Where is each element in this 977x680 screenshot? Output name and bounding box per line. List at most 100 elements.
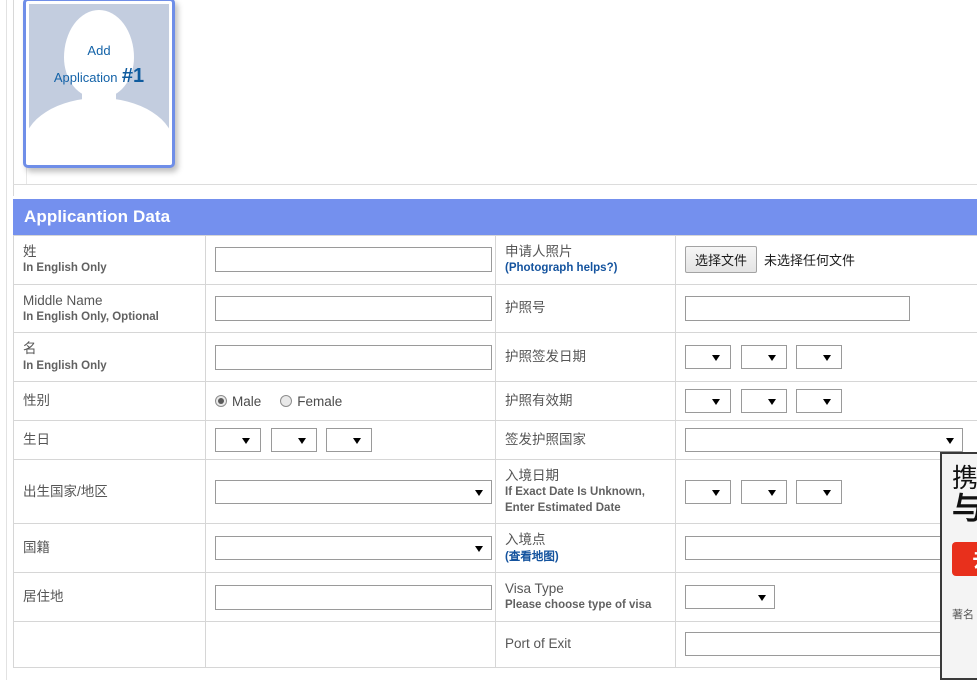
field-label: 生日 — [23, 431, 196, 449]
page-root: Add Application #1 Applicantion Data 姓 I… — [0, 0, 977, 680]
field-cell-port-of-exit — [676, 621, 977, 667]
field-label: 护照号 — [505, 299, 666, 317]
label-cell-passport-number: 护照号 — [496, 284, 676, 333]
gender-male-radio[interactable] — [215, 395, 227, 407]
person-silhouette-icon — [29, 4, 169, 162]
field-sublabel: If Exact Date Is Unknown, Enter Estimate… — [505, 485, 666, 516]
frame-divider-horizontal — [13, 184, 977, 185]
field-label: 入境日期 — [505, 467, 666, 485]
field-cell-given-name — [206, 333, 496, 382]
label-cell-surname: 姓 In English Only — [14, 236, 206, 285]
entry-date-part2-select[interactable] — [741, 480, 787, 504]
table-row: 出生国家/地区 入境日期 If Exact Date Is Unknown, E… — [14, 460, 977, 524]
field-cell-surname — [206, 236, 496, 285]
given-name-input[interactable] — [215, 345, 492, 370]
passport-expiry-part3-select[interactable] — [796, 389, 842, 413]
field-sublabel: In English Only — [23, 359, 196, 375]
table-row: 生日 签发护照国家 — [14, 421, 977, 460]
gender-male-label: Male — [232, 394, 261, 409]
birth-country-select[interactable] — [215, 480, 492, 504]
field-cell-nationality — [206, 524, 496, 573]
passport-number-input[interactable] — [685, 296, 910, 321]
label-cell-middle-name: Middle Name In English Only, Optional — [14, 284, 206, 333]
application-data-table: 姓 In English Only 申请人照片 (Photograph help… — [13, 235, 977, 668]
add-application-card[interactable]: Add Application #1 — [23, 0, 175, 168]
passport-expiry-part2-select[interactable] — [741, 389, 787, 413]
field-label: 护照签发日期 — [505, 348, 666, 366]
residence-input[interactable] — [215, 585, 492, 610]
label-cell-port-of-entry: 入境点 (查看地图) — [496, 524, 676, 573]
field-cell-passport-expiry — [676, 382, 977, 421]
field-cell-empty — [206, 621, 496, 667]
label-cell-entry-date: 入境日期 If Exact Date Is Unknown, Enter Est… — [496, 460, 676, 524]
ad-cta-button[interactable]: 去 — [952, 542, 977, 576]
photograph-helps-link[interactable]: (Photograph helps?) — [505, 261, 666, 277]
field-cell-photo-upload: 选择文件 未选择任何文件 — [676, 236, 977, 285]
gender-female-radio[interactable] — [280, 395, 292, 407]
section-title: Applicantion Data — [24, 207, 170, 227]
passport-issuing-country-select[interactable] — [685, 428, 963, 452]
passport-expiry-part1-select[interactable] — [685, 389, 731, 413]
label-cell-nationality: 国籍 — [14, 524, 206, 573]
surname-input[interactable] — [215, 247, 492, 272]
field-cell-passport-issue-date — [676, 333, 977, 382]
label-cell-birthday: 生日 — [14, 421, 206, 460]
passport-issue-date-part3-select[interactable] — [796, 345, 842, 369]
table-row: 居住地 Visa Type Please choose type of visa — [14, 573, 977, 622]
field-cell-birthday — [206, 421, 496, 460]
file-status-text: 未选择任何文件 — [764, 250, 855, 269]
field-label: 居住地 — [23, 588, 196, 606]
entry-date-part1-select[interactable] — [685, 480, 731, 504]
field-cell-residence — [206, 573, 496, 622]
field-cell-birth-country — [206, 460, 496, 524]
gender-female-label: Female — [297, 394, 342, 409]
field-cell-passport-number — [676, 284, 977, 333]
table-row: Port of Exit — [14, 621, 977, 667]
photo-file-input[interactable]: 选择文件 未选择任何文件 — [685, 246, 968, 273]
field-label: 出生国家/地区 — [23, 483, 196, 501]
table-row: 名 In English Only 护照签发日期 — [14, 333, 977, 382]
frame-rail-outer — [6, 0, 7, 680]
choose-file-button[interactable]: 选择文件 — [685, 246, 757, 273]
view-map-link[interactable]: (查看地图) — [505, 550, 666, 566]
field-label: 入境点 — [505, 531, 666, 549]
table-row: 国籍 入境点 (查看地图) — [14, 524, 977, 573]
label-cell-residence: 居住地 — [14, 573, 206, 622]
field-label: Visa Type — [505, 580, 666, 598]
table-row: 性别 Male Female 护照有效期 — [14, 382, 977, 421]
middle-name-input[interactable] — [215, 296, 492, 321]
entry-date-part3-select[interactable] — [796, 480, 842, 504]
birthday-part3-select[interactable] — [326, 428, 372, 452]
field-label: 签发护照国家 — [505, 431, 666, 449]
port-of-exit-select[interactable] — [685, 632, 963, 656]
nationality-select[interactable] — [215, 536, 492, 560]
ad-headline-line1: 携 — [952, 464, 977, 492]
field-sublabel: Please choose type of visa — [505, 598, 666, 614]
floating-ad-overlay[interactable]: 携 与 去 著名 — [940, 452, 977, 680]
field-label: Middle Name — [23, 292, 196, 310]
field-cell-middle-name — [206, 284, 496, 333]
birthday-part2-select[interactable] — [271, 428, 317, 452]
frame-rail-middle — [13, 0, 14, 196]
passport-issue-date-part1-select[interactable] — [685, 345, 731, 369]
label-cell-passport-issue-date: 护照签发日期 — [496, 333, 676, 382]
label-cell-photo: 申请人照片 (Photograph helps?) — [496, 236, 676, 285]
field-label: 性别 — [23, 392, 196, 410]
table-body: 姓 In English Only 申请人照片 (Photograph help… — [14, 236, 977, 668]
label-cell-port-of-exit: Port of Exit — [496, 621, 676, 667]
visa-type-select[interactable] — [685, 585, 775, 609]
ad-headline-line2: 与 — [952, 492, 977, 525]
birthday-part1-select[interactable] — [215, 428, 261, 452]
field-cell-passport-issuing-country — [676, 421, 977, 460]
section-header-application-data: Applicantion Data — [13, 199, 977, 235]
ad-footer-text: 著名 — [952, 606, 977, 622]
field-sublabel: In English Only — [23, 261, 196, 277]
gender-radio-group: Male Female — [215, 394, 486, 409]
label-cell-empty — [14, 621, 206, 667]
label-cell-gender: 性别 — [14, 382, 206, 421]
field-cell-visa-type — [676, 573, 977, 622]
passport-issue-date-part2-select[interactable] — [741, 345, 787, 369]
label-cell-visa-type: Visa Type Please choose type of visa — [496, 573, 676, 622]
field-cell-port-of-entry — [676, 524, 977, 573]
port-of-entry-select[interactable] — [685, 536, 963, 560]
